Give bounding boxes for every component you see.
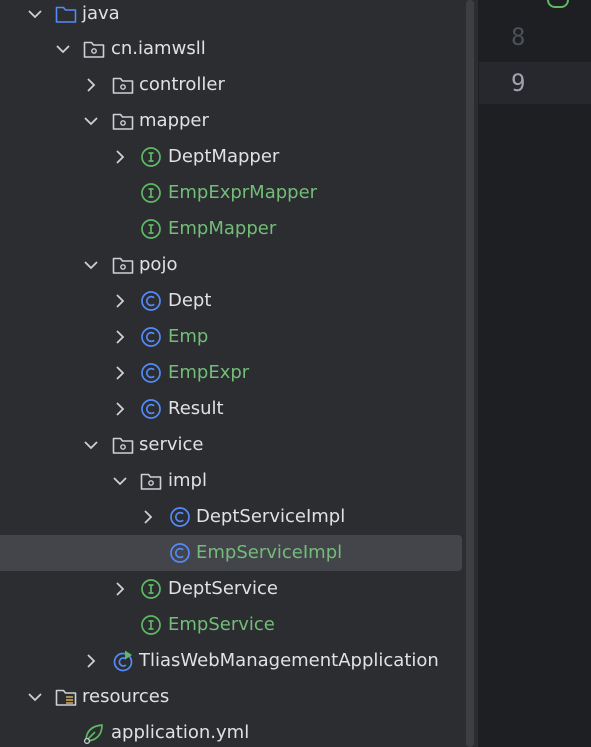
- tree-row-mapper[interactable]: mapper: [0, 103, 462, 139]
- ide-window: java cn.iamwsll controller mapper DeptMa…: [0, 0, 591, 747]
- tree-row-emp-expr[interactable]: EmpExpr: [0, 355, 462, 391]
- chevron-down-icon[interactable]: [25, 687, 45, 707]
- class-icon: [168, 505, 192, 529]
- interface-icon: [139, 577, 163, 601]
- gutter-line-current[interactable]: 9: [479, 62, 591, 104]
- spring-boot-class-icon: [111, 649, 135, 673]
- chevron-right-icon[interactable]: [81, 651, 101, 671]
- tree-row-dept-mapper[interactable]: DeptMapper: [0, 139, 462, 175]
- line-number: 8: [511, 23, 526, 51]
- package-icon: [111, 73, 135, 97]
- tree-row-resources[interactable]: resources: [0, 679, 462, 715]
- chevron-right-icon[interactable]: [110, 327, 130, 347]
- interface-icon: [139, 145, 163, 169]
- tree-row-controller[interactable]: controller: [0, 67, 462, 103]
- tree-row-service[interactable]: service: [0, 427, 462, 463]
- class-icon: [139, 361, 163, 385]
- chevron-right-icon[interactable]: [81, 75, 101, 95]
- class-icon: [168, 541, 192, 565]
- tree-label-impl: impl: [168, 470, 207, 491]
- tree-label-dept-service-impl: DeptServiceImpl: [196, 506, 346, 527]
- tree-row-application-yml[interactable]: application.yml: [0, 715, 462, 747]
- chevron-down-icon[interactable]: [81, 435, 101, 455]
- tree-label-dept-mapper: DeptMapper: [168, 146, 280, 167]
- tree-label-controller: controller: [139, 74, 225, 95]
- chevron-down-icon[interactable]: [53, 39, 73, 59]
- line-number: 9: [511, 69, 526, 97]
- chevron-right-icon[interactable]: [110, 399, 130, 419]
- tree-label-emp-expr: EmpExpr: [168, 362, 250, 383]
- class-icon: [139, 325, 163, 349]
- project-tree-scrollbar-thumb[interactable]: [466, 0, 474, 747]
- chevron-down-icon[interactable]: [81, 111, 101, 131]
- chevron-down-icon[interactable]: [110, 471, 130, 491]
- tree-row-emp[interactable]: Emp: [0, 319, 462, 355]
- source-folder-icon: [54, 2, 78, 26]
- interface-icon: [139, 181, 163, 205]
- tree-label-result: Result: [168, 398, 224, 419]
- tree-row-result[interactable]: Result: [0, 391, 462, 427]
- tree-row-package-root[interactable]: cn.iamwsll: [0, 31, 462, 67]
- chevron-down-icon[interactable]: [81, 255, 101, 275]
- package-icon: [111, 433, 135, 457]
- tree-label-package-root: cn.iamwsll: [111, 38, 206, 59]
- class-icon: [139, 289, 163, 313]
- class-icon: [139, 397, 163, 421]
- interface-icon: [139, 613, 163, 637]
- chevron-down-icon[interactable]: [25, 4, 45, 24]
- tree-row-impl[interactable]: impl: [0, 463, 462, 499]
- tree-label-emp-expr-mapper: EmpExprMapper: [168, 182, 318, 203]
- tree-label-resources: resources: [82, 686, 170, 707]
- package-icon: [82, 37, 106, 61]
- tree-row-dept[interactable]: Dept: [0, 283, 462, 319]
- tree-row-application-class[interactable]: TliasWebManagementApplication: [0, 643, 462, 679]
- package-icon: [111, 253, 135, 277]
- chevron-right-icon[interactable]: [110, 363, 130, 383]
- tree-label-application-class: TliasWebManagementApplication: [139, 650, 439, 671]
- tree-label-mapper: mapper: [139, 110, 209, 131]
- gutter-run-icon[interactable]: [547, 0, 569, 8]
- tree-label-java: java: [82, 3, 120, 24]
- tree-label-dept-service: DeptService: [168, 578, 278, 599]
- chevron-right-icon[interactable]: [110, 579, 130, 599]
- tree-row-dept-service-impl[interactable]: DeptServiceImpl: [0, 499, 462, 535]
- project-tree-panel: java cn.iamwsll controller mapper DeptMa…: [0, 0, 464, 747]
- chevron-right-icon[interactable]: [138, 507, 158, 527]
- tree-label-application-yml: application.yml: [111, 722, 250, 743]
- package-icon: [111, 109, 135, 133]
- interface-icon: [139, 217, 163, 241]
- chevron-right-icon[interactable]: [110, 147, 130, 167]
- tree-label-emp-service-impl: EmpServiceImpl: [196, 542, 343, 563]
- package-icon: [139, 469, 163, 493]
- gutter-line[interactable]: 8: [479, 16, 591, 58]
- tree-label-emp-mapper: EmpMapper: [168, 218, 277, 239]
- tree-row-emp-service[interactable]: EmpService: [0, 607, 462, 643]
- tree-row-emp-expr-mapper[interactable]: EmpExprMapper: [0, 175, 462, 211]
- resources-folder-icon: [54, 685, 78, 709]
- editor-gutter: 8 9: [479, 0, 591, 747]
- tree-label-emp-service: EmpService: [168, 614, 275, 635]
- spring-config-icon: [82, 721, 106, 745]
- tree-row-pojo[interactable]: pojo: [0, 247, 462, 283]
- tree-row-emp-service-impl[interactable]: EmpServiceImpl: [0, 535, 462, 571]
- tree-label-dept: Dept: [168, 290, 212, 311]
- tree-label-service: service: [139, 434, 204, 455]
- tree-row-dept-service[interactable]: DeptService: [0, 571, 462, 607]
- chevron-right-icon[interactable]: [110, 291, 130, 311]
- tree-row-emp-mapper[interactable]: EmpMapper: [0, 211, 462, 247]
- tree-label-emp: Emp: [168, 326, 209, 347]
- tree-label-pojo: pojo: [139, 254, 178, 275]
- tree-row-java[interactable]: java: [0, 0, 462, 32]
